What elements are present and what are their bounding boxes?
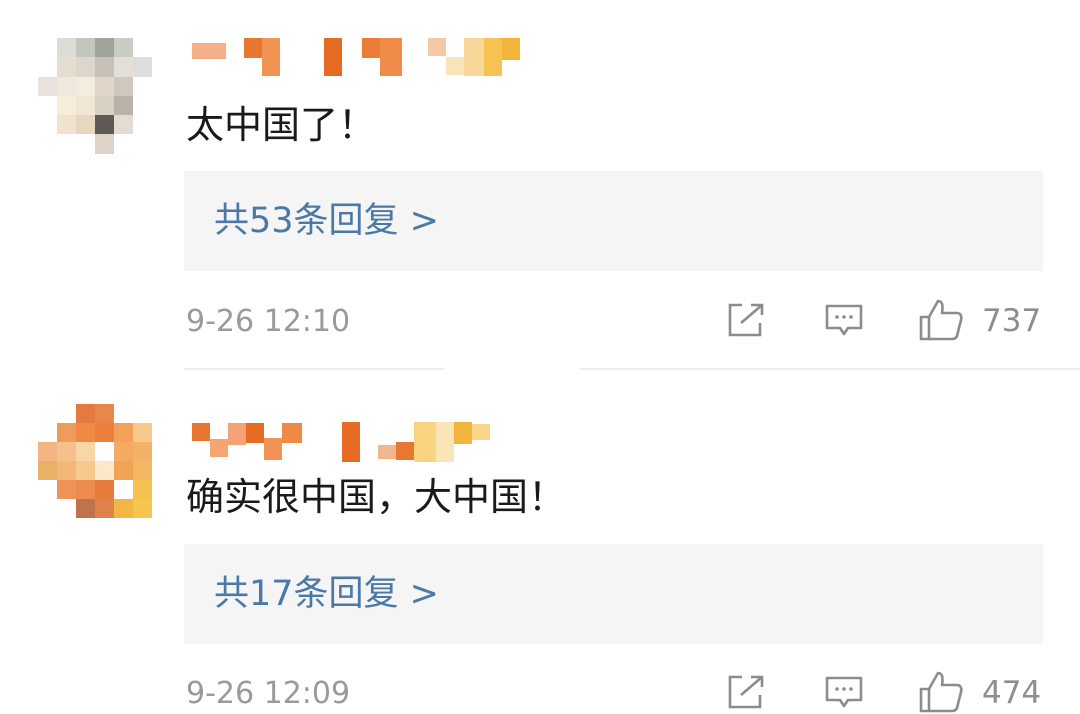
comment-item: 太中国了！ 共53条回复 > 9-26 12:10 737 [0, 0, 1080, 370]
comment-text: 太中国了！ [186, 103, 377, 147]
comment-icon [825, 304, 863, 336]
view-replies-link[interactable]: 共17条回复 > [214, 568, 439, 620]
like-button[interactable] [918, 298, 964, 342]
avatar[interactable] [38, 404, 152, 518]
comment-time: 9-26 12:10 [186, 304, 351, 339]
like-count: 474 [982, 675, 1042, 711]
comment-button[interactable] [824, 303, 864, 339]
avatar[interactable] [38, 38, 152, 154]
share-button[interactable] [726, 674, 766, 710]
like-count: 737 [982, 303, 1042, 339]
share-button[interactable] [726, 302, 766, 338]
like-icon [919, 299, 963, 341]
reply-box[interactable]: 共17条回复 > [184, 544, 1043, 644]
share-icon [728, 675, 764, 709]
like-icon [919, 671, 963, 713]
comment-time: 9-26 12:09 [186, 676, 351, 711]
username[interactable] [192, 422, 490, 462]
comment-item: 确实很中国，大中国！ 共17条回复 > 9-26 12:09 474 [0, 370, 1080, 713]
share-icon [728, 303, 764, 337]
comment-button[interactable] [824, 675, 864, 711]
comment-text: 确实很中国，大中国！ [186, 475, 567, 519]
reply-box[interactable]: 共53条回复 > [184, 171, 1043, 271]
view-replies-link[interactable]: 共53条回复 > [214, 195, 439, 247]
like-button[interactable] [918, 670, 964, 714]
comment-icon [825, 676, 863, 708]
username[interactable] [192, 38, 520, 76]
